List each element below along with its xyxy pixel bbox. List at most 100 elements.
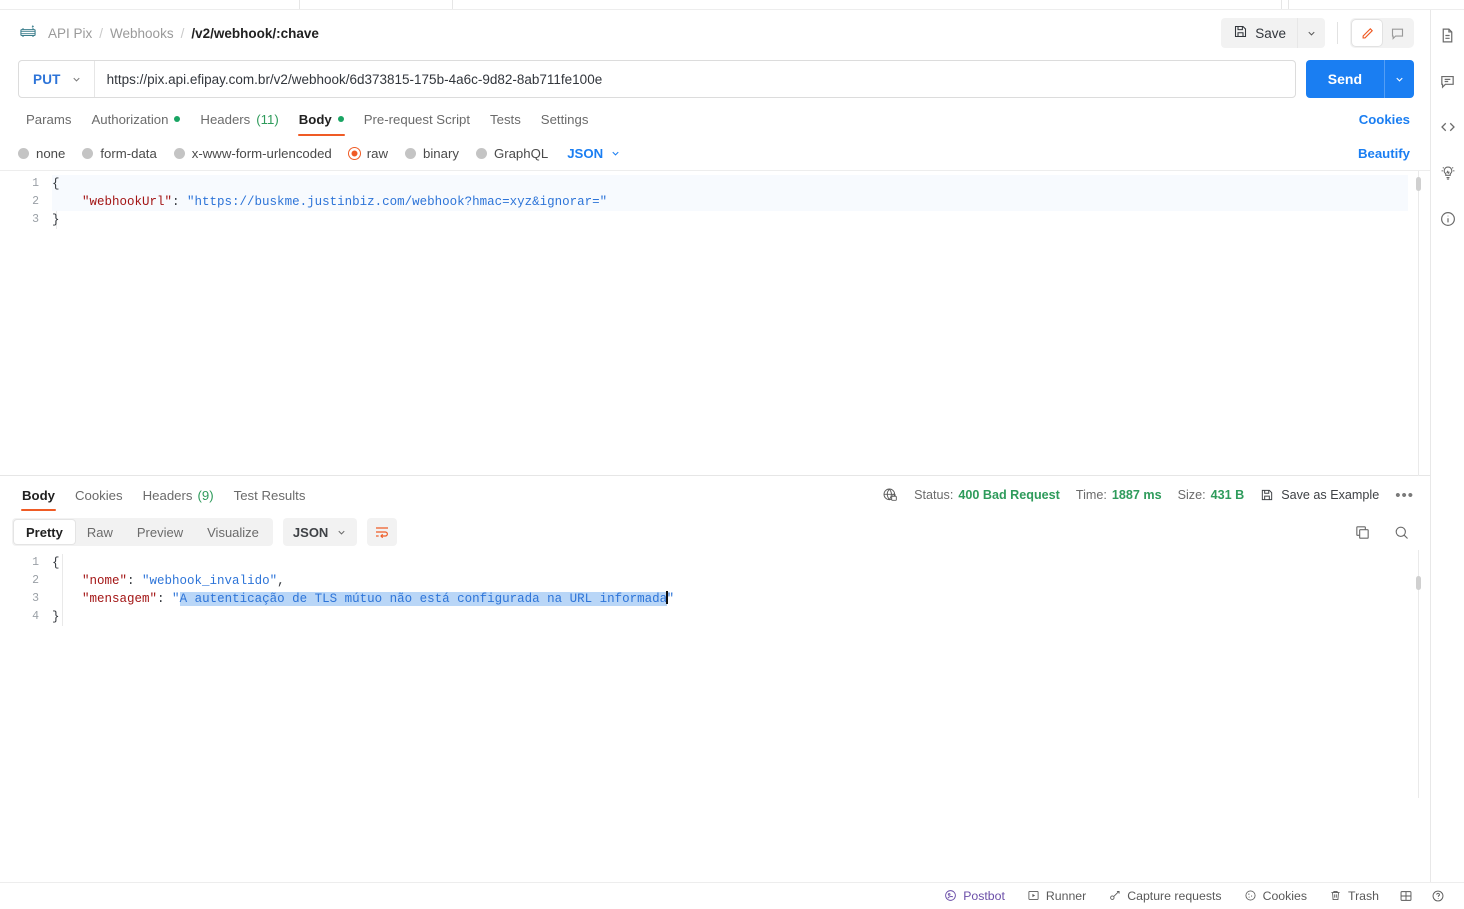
method-selector[interactable]: PUT xyxy=(19,61,94,97)
chevron-down-icon xyxy=(612,151,619,156)
radio-indicator xyxy=(18,147,29,159)
cookies-link[interactable]: Cookies xyxy=(1359,112,1414,127)
wrap-lines-icon[interactable] xyxy=(367,518,398,546)
tab-authorization[interactable]: Authorization xyxy=(81,102,190,136)
request-scrollbar-track xyxy=(1418,171,1419,476)
tab-params[interactable]: Params xyxy=(16,102,81,136)
tab-label: Tests xyxy=(490,111,521,127)
tab-settings[interactable]: Settings xyxy=(531,102,599,136)
status-bar: Postbot Runner Capture requests Cookies … xyxy=(0,882,1464,908)
send-button[interactable]: Send xyxy=(1306,60,1384,98)
body-format-label: JSON xyxy=(567,145,604,161)
chevron-down-icon xyxy=(338,530,345,535)
status-label: Status: xyxy=(914,488,954,502)
bolt-bulb-icon[interactable] xyxy=(1437,162,1459,184)
url-input-group: PUT https://pix.api.efipay.com.br/v2/web… xyxy=(18,60,1296,98)
response-tab-body[interactable]: Body xyxy=(12,476,65,514)
response-tab-cookies[interactable]: Cookies xyxy=(65,476,133,514)
code-token-brace: } xyxy=(52,610,60,624)
selected-text[interactable]: A autenticação de TLS mútuo não está con… xyxy=(179,592,668,606)
tab-label: Pre-request Script xyxy=(363,111,471,127)
line-number: 2 xyxy=(32,195,39,208)
footer-runner[interactable]: Runner xyxy=(1016,883,1097,909)
line-number: 3 xyxy=(32,592,39,605)
body-type-label: raw xyxy=(366,145,389,161)
ellipsis-icon[interactable]: ••• xyxy=(1395,488,1414,503)
response-scrollbar-thumb[interactable] xyxy=(1416,576,1421,590)
header-divider xyxy=(1337,22,1338,44)
footer-label: Runner xyxy=(1045,888,1087,903)
code-token-key: "mensagem" xyxy=(82,592,158,606)
response-body-code[interactable]: { "nome": "webhook_invalido", "mensagem"… xyxy=(52,550,1408,626)
search-icon[interactable] xyxy=(1393,524,1410,541)
edit-mode-button[interactable] xyxy=(1352,20,1382,46)
tab-count: (11) xyxy=(256,111,279,127)
pencil-icon xyxy=(1362,27,1373,38)
code-line: "nome": "webhook_invalido", xyxy=(52,572,1408,590)
postbot-icon xyxy=(944,889,957,902)
code-line: } xyxy=(52,608,1408,626)
tab-body[interactable]: Body xyxy=(289,102,354,136)
body-type-urlencoded[interactable]: x-www-form-urlencoded xyxy=(173,146,332,161)
response-body-editor[interactable]: 1 2 3 4 { "nome": "webhook_invalido", "m… xyxy=(0,550,1430,798)
save-as-example-button[interactable]: Save as Example xyxy=(1260,488,1379,502)
layout-icon[interactable] xyxy=(1390,883,1422,909)
info-icon[interactable] xyxy=(1437,208,1459,230)
request-scrollbar-thumb[interactable] xyxy=(1416,177,1421,191)
response-format-selector[interactable]: JSON xyxy=(282,518,358,546)
view-raw[interactable]: Raw xyxy=(75,520,125,544)
body-type-none[interactable]: none xyxy=(18,146,65,161)
save-button[interactable]: Save xyxy=(1221,18,1297,48)
copy-icon[interactable] xyxy=(1354,524,1371,541)
save-dropdown-button[interactable] xyxy=(1297,18,1325,48)
response-tabs: Body Cookies Headers (9) Test Results xyxy=(12,476,315,514)
tab-label: Body xyxy=(298,111,332,127)
code-token-colon: : xyxy=(157,592,173,606)
footer-capture-requests[interactable]: Capture requests xyxy=(1097,883,1232,909)
tab-pre-request-script[interactable]: Pre-request Script xyxy=(354,102,480,136)
send-dropdown-button[interactable] xyxy=(1384,60,1414,98)
body-type-raw[interactable]: raw xyxy=(348,145,389,161)
footer-trash[interactable]: Trash xyxy=(1318,883,1390,909)
body-type-binary[interactable]: binary xyxy=(405,146,459,161)
radio-indicator xyxy=(475,147,487,159)
footer-cookies[interactable]: Cookies xyxy=(1233,883,1318,909)
body-type-selector: none form-data x-www-form-urlencoded raw… xyxy=(0,136,1430,170)
method-label: PUT xyxy=(33,71,61,87)
url-input[interactable]: https://pix.api.efipay.com.br/v2/webhook… xyxy=(95,72,1295,87)
comment-mode-button[interactable] xyxy=(1382,20,1412,46)
tab-label: Body xyxy=(22,487,55,503)
response-tab-test-results[interactable]: Test Results xyxy=(224,476,316,514)
footer-postbot[interactable]: Postbot xyxy=(933,883,1016,909)
url-bar: PUT https://pix.api.efipay.com.br/v2/web… xyxy=(0,56,1430,102)
tab-headers[interactable]: Headers (11) xyxy=(190,102,288,136)
header-actions: Save xyxy=(1221,18,1414,48)
code-line: { xyxy=(52,554,1408,572)
view-preview[interactable]: Preview xyxy=(125,520,195,544)
status-dot xyxy=(337,116,344,122)
code-line: "mensagem": "A autenticação de TLS mútuo… xyxy=(52,590,1408,608)
floppy-disk-icon xyxy=(1260,488,1274,502)
breadcrumb-item-folder[interactable]: Webhooks xyxy=(110,26,174,41)
body-type-form-data[interactable]: form-data xyxy=(82,146,157,161)
request-body-editor[interactable]: 1 2 3 { "webhookUrl": "https://buskme.ju… xyxy=(0,170,1430,476)
code-token-colon: : xyxy=(172,195,188,209)
tab-label: Params xyxy=(26,111,72,127)
comment-icon[interactable] xyxy=(1437,70,1459,92)
document-icon[interactable] xyxy=(1437,24,1459,46)
body-type-graphql[interactable]: GraphQL xyxy=(475,146,548,161)
beautify-link[interactable]: Beautify xyxy=(1358,146,1414,161)
capture-icon xyxy=(1108,889,1121,902)
request-body-code[interactable]: { "webhookUrl": "https://buskme.justinbi… xyxy=(52,171,1408,229)
help-icon[interactable] xyxy=(1422,883,1454,909)
response-tab-headers[interactable]: Headers (9) xyxy=(133,476,224,514)
view-pretty[interactable]: Pretty xyxy=(14,520,75,544)
tab-tests[interactable]: Tests xyxy=(480,102,531,136)
code-token-brace: { xyxy=(52,556,60,570)
code-icon[interactable] xyxy=(1437,116,1459,138)
breadcrumb-item-collection[interactable]: API Pix xyxy=(48,26,92,41)
view-visualize[interactable]: Visualize xyxy=(195,520,271,544)
body-format-selector[interactable]: JSON xyxy=(567,146,621,161)
breadcrumb-separator: / xyxy=(180,25,185,41)
breadcrumb-current-request[interactable]: /v2/webhook/:chave xyxy=(191,26,319,41)
